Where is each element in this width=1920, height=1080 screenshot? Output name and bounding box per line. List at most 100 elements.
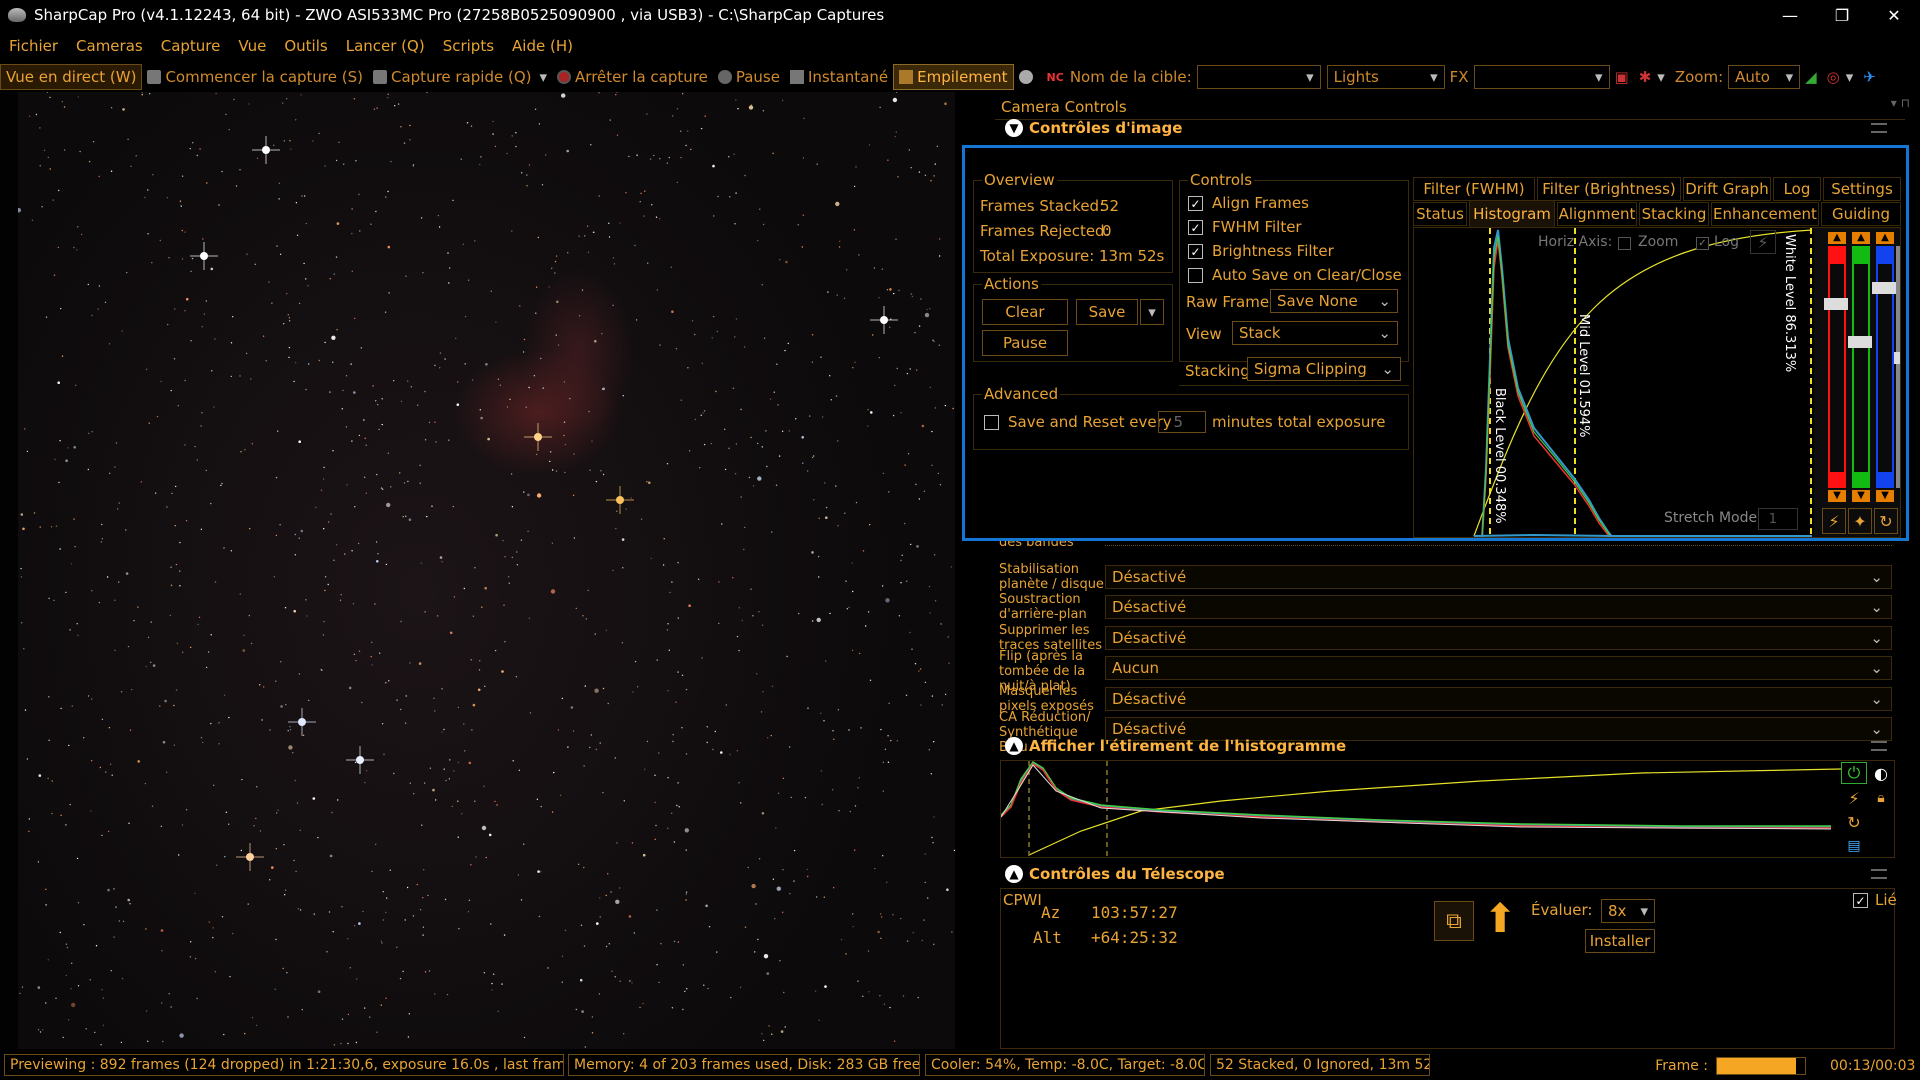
menu-aide[interactable]: Aide (H): [503, 37, 582, 55]
save-options-dropdown[interactable]: ▾: [1140, 299, 1164, 325]
lum-slider-thumb[interactable]: [1894, 352, 1900, 364]
auto-save-checkbox[interactable]: [1188, 268, 1203, 283]
green-up-icon[interactable]: ▲: [1852, 232, 1870, 244]
clear-button[interactable]: Clear: [982, 299, 1068, 325]
blue-slider-thumb[interactable]: [1872, 282, 1896, 294]
collapse-chevron-icon[interactable]: ▲: [1005, 737, 1023, 755]
tab-filter-brightness[interactable]: Filter (Brightness): [1537, 177, 1681, 201]
align-frames-checkbox[interactable]: ✓: [1188, 196, 1203, 211]
stretch-histogram-graph[interactable]: [1000, 760, 1842, 857]
tab-histogram[interactable]: Histogram: [1469, 200, 1555, 227]
auto-stretch-icon[interactable]: ⚡: [1822, 508, 1846, 534]
menu-scripts[interactable]: Scripts: [434, 37, 503, 55]
menu-cameras[interactable]: Cameras: [67, 37, 152, 55]
save-reset-checkbox[interactable]: [984, 415, 999, 430]
blue-up-icon[interactable]: ▲: [1876, 232, 1894, 244]
save-icon[interactable]: ▤: [1841, 835, 1867, 857]
stack-pause-button[interactable]: Pause: [982, 330, 1068, 356]
log-checkbox[interactable]: ✓: [1696, 237, 1709, 250]
save-button[interactable]: Save: [1076, 299, 1138, 325]
tab-alignment[interactable]: Alignment: [1557, 202, 1637, 226]
blue-down-icon[interactable]: ▼: [1876, 490, 1894, 502]
red-up-icon[interactable]: ▲: [1828, 232, 1846, 244]
stacking-button[interactable]: Empilement: [893, 64, 1014, 90]
focus-assist-button[interactable]: ✱ ▾: [1634, 64, 1670, 90]
zoom-dropdown[interactable]: Auto ▾: [1728, 65, 1801, 89]
close-button[interactable]: ✕: [1868, 0, 1920, 30]
menu-icon[interactable]: [1871, 741, 1887, 751]
image-viewport[interactable]: [0, 92, 955, 1049]
raw-frames-dropdown[interactable]: Save None ⌄: [1270, 289, 1398, 313]
quick-capture-button[interactable]: Capture rapide (Q) ▾: [368, 64, 552, 90]
background-subtraction-dropdown[interactable]: Désactivé ⌄: [1105, 595, 1892, 619]
save-reset-stepper[interactable]: 5: [1158, 411, 1206, 433]
stack-histogram-graph[interactable]: Black Level 00.348% Mid Level 01.594% Wh…: [1414, 228, 1814, 538]
start-capture-button[interactable]: Commencer la capture (S): [142, 64, 368, 90]
menu-outils[interactable]: Outils: [275, 37, 336, 55]
reset-icon[interactable]: ↻: [1841, 811, 1867, 833]
target-name-dropdown[interactable]: ▾: [1196, 65, 1321, 89]
dark-toggle[interactable]: [1014, 64, 1042, 90]
stabilisation-dropdown[interactable]: Désactivé ⌄: [1105, 565, 1892, 589]
fwhm-filter-checkbox[interactable]: ✓: [1188, 220, 1203, 235]
chevron-down-icon[interactable]: ▾: [540, 68, 548, 86]
menu-icon[interactable]: [1871, 869, 1887, 879]
stretch-mode-stepper[interactable]: 1: [1758, 508, 1798, 530]
lock-icon[interactable]: 🔒︎: [1869, 787, 1893, 809]
lum-level-slider[interactable]: [1896, 246, 1900, 488]
polar-align-button[interactable]: ◎ ▾: [1822, 64, 1859, 90]
histogram-button[interactable]: ◢: [1800, 64, 1822, 90]
linked-checkbox[interactable]: ✓: [1853, 893, 1868, 908]
stop-capture-button[interactable]: Arrêter la capture: [552, 64, 713, 90]
brightness-filter-checkbox[interactable]: ✓: [1188, 244, 1203, 259]
tab-status[interactable]: Status: [1413, 202, 1467, 226]
hot-pixels-dropdown[interactable]: Désactivé ⌄: [1105, 687, 1892, 711]
stack-histogram-panel[interactable]: Black Level 00.348% Mid Level 01.594% Wh…: [1413, 227, 1901, 538]
tab-settings[interactable]: Settings: [1823, 177, 1901, 201]
contrast-icon[interactable]: ◐: [1869, 762, 1893, 784]
menu-icon[interactable]: [1871, 123, 1887, 133]
tab-filter-fwhm[interactable]: Filter (FWHM): [1413, 177, 1535, 201]
collapse-chevron-icon[interactable]: ▲: [1005, 865, 1023, 883]
image-controls-header[interactable]: ▼ Contrôles d'image: [995, 116, 1895, 140]
tab-guiding[interactable]: Guiding: [1821, 202, 1901, 226]
red-slider-thumb[interactable]: [1824, 298, 1848, 310]
rate-dropdown[interactable]: 8x ▾: [1601, 899, 1655, 923]
collapse-chevron-icon[interactable]: ▼: [1005, 119, 1023, 137]
satellite-trails-dropdown[interactable]: Désactivé ⌄: [1105, 626, 1892, 650]
menu-capture[interactable]: Capture: [152, 37, 230, 55]
pause-button[interactable]: Pause: [713, 64, 785, 90]
frame-type-dropdown[interactable]: Lights ▾: [1326, 65, 1445, 89]
dock-pin-icon[interactable]: ▾ ⊓: [1891, 96, 1910, 110]
menu-fichier[interactable]: Fichier: [0, 37, 67, 55]
red-down-icon[interactable]: ▼: [1828, 490, 1846, 502]
tab-enhancement[interactable]: Enhancement: [1711, 202, 1819, 226]
maximize-button[interactable]: ❐: [1816, 0, 1868, 30]
minimize-button[interactable]: —: [1764, 0, 1816, 30]
stretch-histogram-panel[interactable]: ⏻ ◐ ⚡ 🔒︎ ↻ ▤: [1000, 760, 1895, 858]
flip-dropdown[interactable]: Aucun ⌄: [1105, 656, 1892, 680]
no-calibration-button[interactable]: NC Nom de la cible:: [1042, 64, 1197, 90]
goto-icon[interactable]: ⧉: [1434, 901, 1474, 941]
reset-icon[interactable]: ↻: [1874, 508, 1898, 534]
live-view-button[interactable]: Vue en direct (W): [0, 64, 143, 90]
tab-log[interactable]: Log: [1773, 177, 1821, 201]
green-down-icon[interactable]: ▼: [1852, 490, 1870, 502]
view-dropdown[interactable]: Stack ⌄: [1232, 321, 1398, 345]
auto-stretch-icon[interactable]: ⚡: [1841, 787, 1867, 809]
north-arrow-icon[interactable]: ⬆: [1478, 896, 1522, 942]
tab-drift-graph[interactable]: Drift Graph: [1683, 177, 1771, 201]
reticle-button[interactable]: ▣: [1610, 64, 1634, 90]
telescope-controls-header[interactable]: ▲ Contrôles du Télescope: [995, 862, 1895, 886]
green-slider-thumb[interactable]: [1848, 336, 1872, 348]
stacking-mode-dropdown[interactable]: Sigma Clipping ⌄: [1247, 357, 1401, 381]
histogram-stretch-header[interactable]: ▲ Afficher l'étirement de l'histogramme: [995, 734, 1895, 758]
zoom-checkbox[interactable]: [1618, 237, 1631, 250]
menu-vue[interactable]: Vue: [229, 37, 275, 55]
sparkle-icon[interactable]: ✦: [1848, 508, 1872, 534]
snapshot-button[interactable]: Instantané: [785, 64, 893, 90]
plate-solve-button[interactable]: ✈: [1858, 64, 1881, 90]
power-icon[interactable]: ⏻: [1841, 762, 1867, 784]
auto-stretch-icon[interactable]: ⚡: [1750, 230, 1776, 254]
tab-stacking[interactable]: Stacking: [1639, 202, 1709, 226]
